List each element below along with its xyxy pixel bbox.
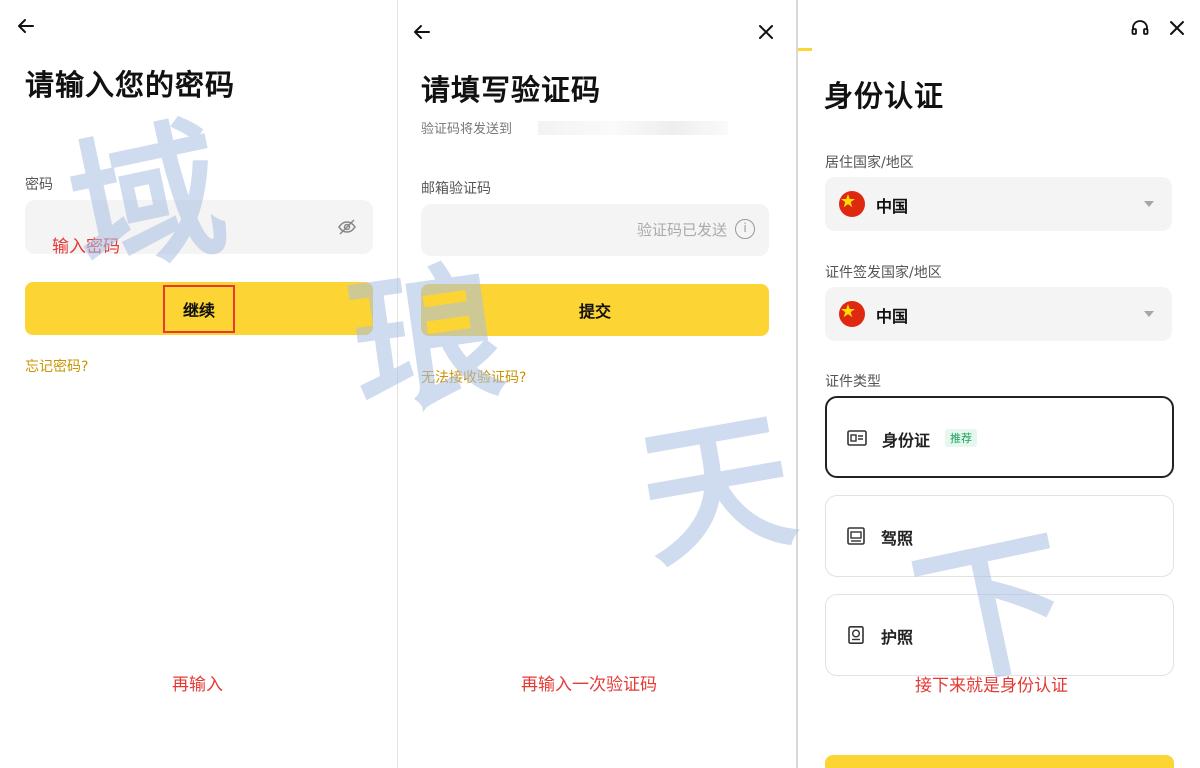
password-placeholder: 输入密码 <box>52 237 120 257</box>
passport-option[interactable]: 护照 <box>825 594 1174 676</box>
passport-label: 护照 <box>881 628 914 647</box>
passport-icon <box>848 626 864 644</box>
residence-select[interactable]: 中国 <box>825 177 1172 231</box>
continue-button[interactable]: 继续 <box>25 282 373 335</box>
id-card-option[interactable]: 身份证 推荐 <box>825 396 1174 478</box>
info-icon[interactable]: i <box>735 219 755 239</box>
next-button[interactable] <box>825 755 1174 768</box>
chevron-down-icon <box>1144 201 1154 207</box>
page-title: 请输入您的密码 <box>25 68 236 102</box>
password-field[interactable]: 输入密码 <box>25 200 373 257</box>
close-icon[interactable] <box>1165 16 1189 40</box>
chevron-down-icon <box>1144 311 1154 317</box>
document-type-label: 证件类型 <box>825 374 881 390</box>
page-title: 身份认证 <box>824 79 945 113</box>
forgot-password-link[interactable]: 忘记密码? <box>25 356 88 376</box>
verification-screen: 请填写验证码 验证码将发送到 邮箱验证码 验证码已发送 i 提交 无法接收验证码… <box>397 0 794 768</box>
issuing-country-value: 中国 <box>876 307 909 326</box>
close-icon[interactable] <box>754 20 778 44</box>
annotation-note: 接下来就是身份认证 <box>915 676 1068 696</box>
submit-button[interactable]: 提交 <box>421 284 769 336</box>
progress-bar <box>798 48 812 51</box>
email-code-field[interactable]: 验证码已发送 i <box>421 204 769 256</box>
issuing-country-select[interactable]: 中国 <box>825 287 1172 341</box>
annotation-note: 再输入 <box>172 675 223 695</box>
id-card-label: 身份证 <box>882 431 931 450</box>
cannot-receive-code-link[interactable]: 无法接收验证码? <box>421 367 526 387</box>
china-flag-icon <box>839 191 865 217</box>
residence-label: 居住国家/地区 <box>825 155 914 171</box>
password-screen: 请输入您的密码 密码 输入密码 继续 忘记密码? 再输入 <box>0 0 396 768</box>
sent-to-label: 验证码将发送到 <box>421 122 513 137</box>
page-title: 请填写验证码 <box>421 73 602 107</box>
identity-verification-screen: 身份认证 居住国家/地区 中国 证件签发国家/地区 中国 证件类型 身份证 推荐… <box>796 0 1200 768</box>
back-arrow-icon[interactable] <box>14 14 38 38</box>
code-sent-status: 验证码已发送 <box>636 221 727 239</box>
eye-off-icon[interactable] <box>335 215 359 239</box>
driver-license-label: 驾照 <box>881 529 914 548</box>
driver-license-icon <box>847 527 865 545</box>
china-flag-icon <box>839 301 865 327</box>
headset-icon[interactable] <box>1128 16 1152 40</box>
annotation-note: 再输入一次验证码 <box>521 675 657 695</box>
residence-value: 中国 <box>876 197 909 216</box>
password-label: 密码 <box>25 177 53 193</box>
continue-label: 继续 <box>162 284 235 333</box>
recommended-badge: 推荐 <box>945 429 977 447</box>
masked-email <box>538 121 728 135</box>
issuing-country-label: 证件签发国家/地区 <box>825 265 942 281</box>
driver-license-option[interactable]: 驾照 <box>825 495 1174 577</box>
id-card-icon <box>847 430 867 446</box>
email-code-label: 邮箱验证码 <box>421 181 491 197</box>
back-arrow-icon[interactable] <box>410 20 434 44</box>
